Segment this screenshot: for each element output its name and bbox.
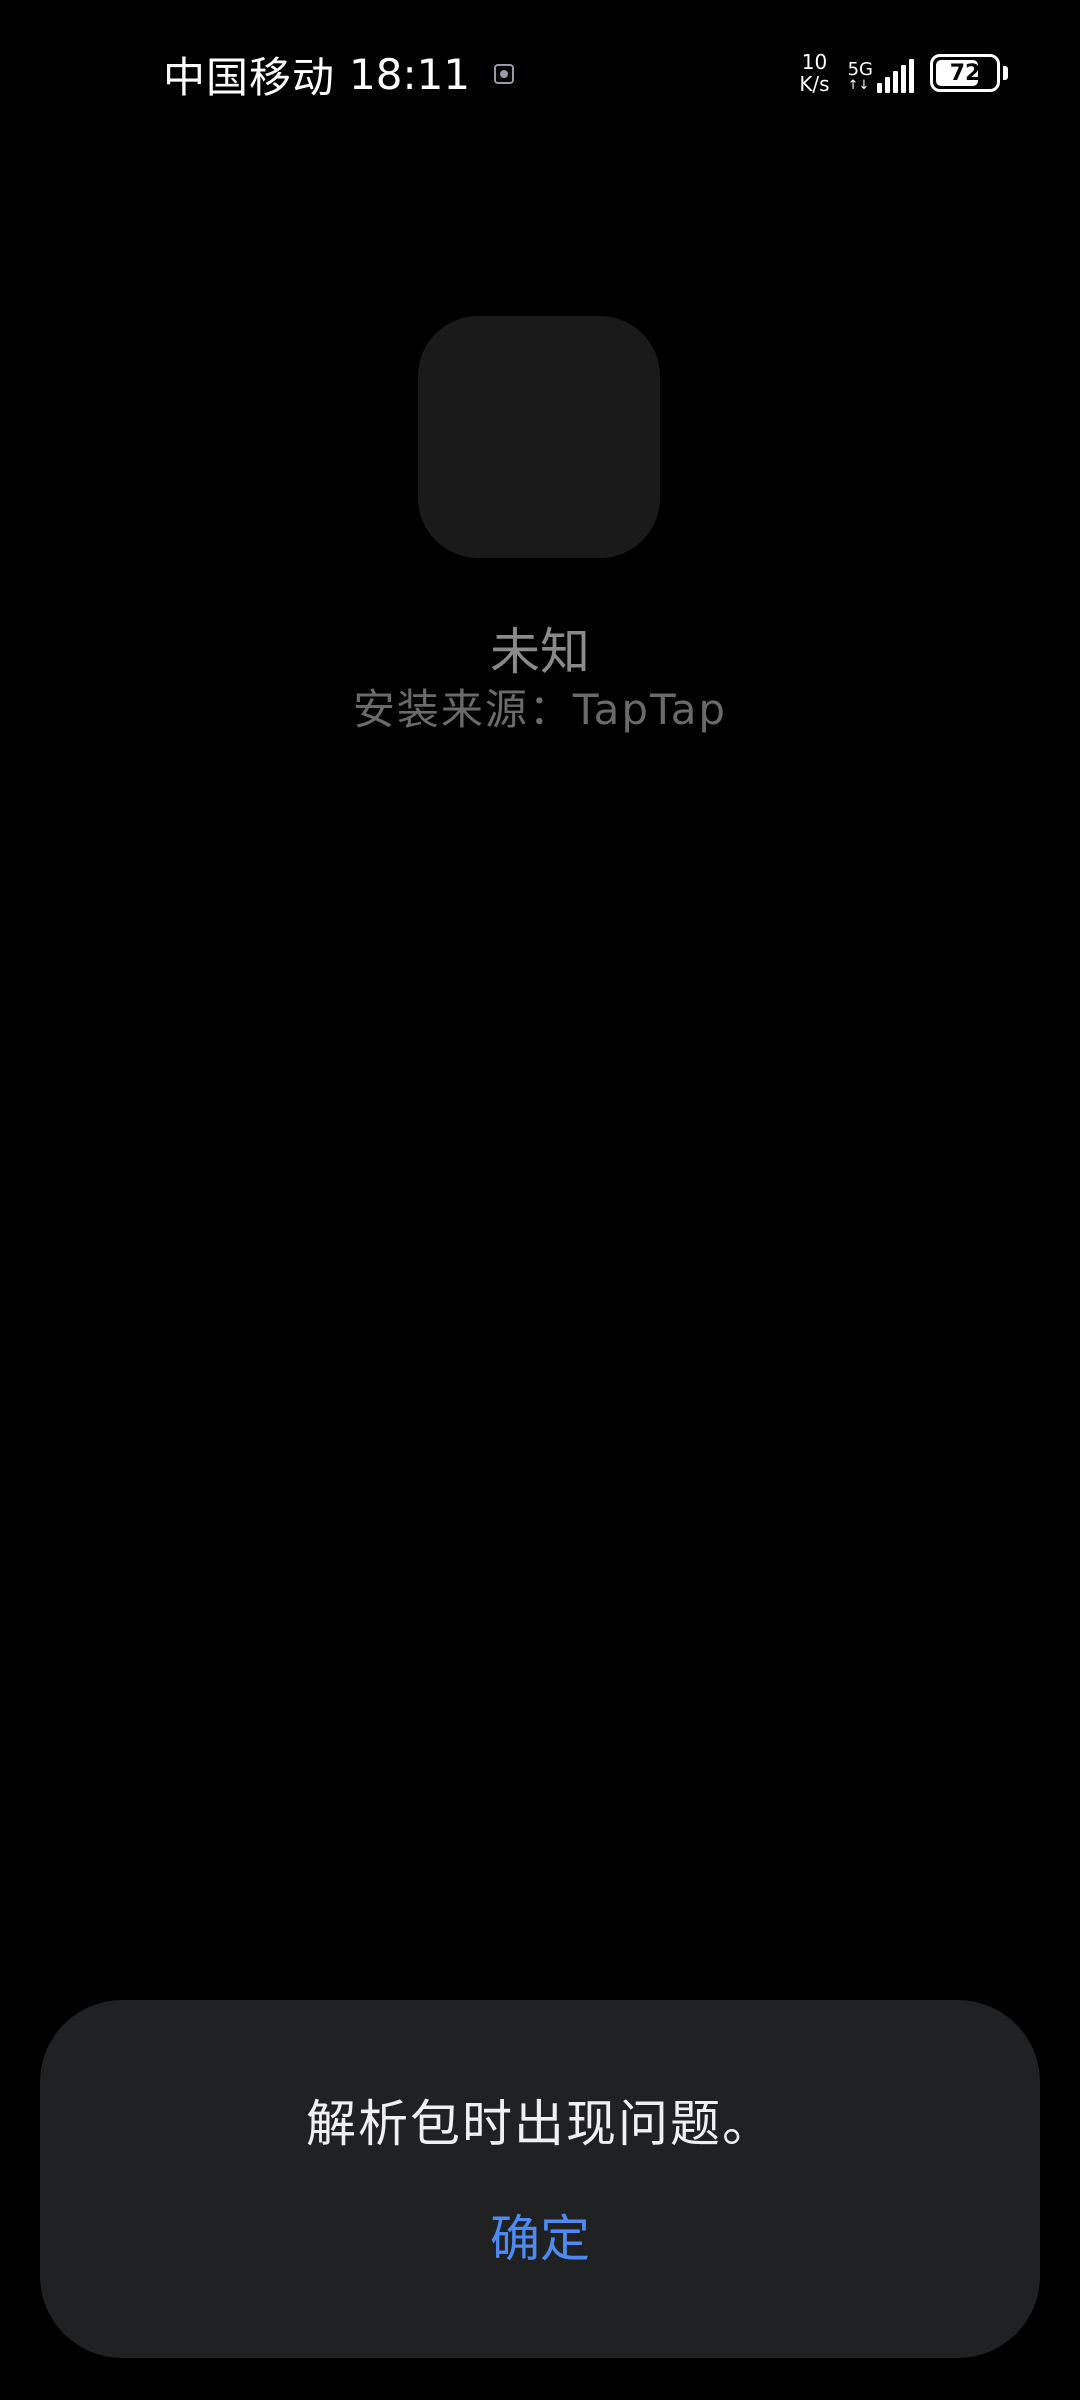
network-type-label: 5G	[847, 59, 873, 80]
status-right: 10 K/s 5G ↑↓ 72	[799, 50, 1008, 96]
carrier-name: 中国移动	[163, 52, 336, 102]
cellular-signal-icon	[877, 57, 914, 93]
network-activity-icon: ↑↓	[847, 78, 870, 93]
battery-level: 72	[949, 60, 981, 86]
signal-bar	[909, 59, 914, 93]
battery-icon: 72	[930, 54, 1000, 92]
signal-bar	[893, 71, 898, 93]
error-dialog: 解析包时出现问题。 确定	[40, 2000, 1040, 2358]
signal-bar	[901, 65, 906, 93]
signal-bar	[885, 77, 890, 93]
network-speed: 10 K/s	[799, 51, 829, 95]
dialog-message: 解析包时出现问题。	[306, 2095, 774, 2153]
notification-app-icon	[494, 64, 515, 84]
network-speed-unit: K/s	[799, 72, 830, 96]
status-bar: 中国移动 18:11 10 K/s 5G ↑↓ 72	[0, 0, 1080, 150]
battery-cap	[1003, 66, 1008, 80]
signal-bar	[877, 83, 882, 93]
cellular-signal: 5G ↑↓	[848, 53, 914, 93]
network-speed-value: 10	[801, 50, 828, 74]
status-clock: 18:11	[349, 49, 471, 99]
network-type: 5G ↑↓	[848, 61, 873, 93]
app-name: 未知	[490, 623, 590, 681]
confirm-button[interactable]: 确定	[440, 2204, 640, 2274]
status-left: 中国移动 18:11	[163, 44, 515, 104]
install-source: 安装来源：TapTap	[352, 685, 728, 734]
app-placeholder-icon	[418, 316, 660, 558]
